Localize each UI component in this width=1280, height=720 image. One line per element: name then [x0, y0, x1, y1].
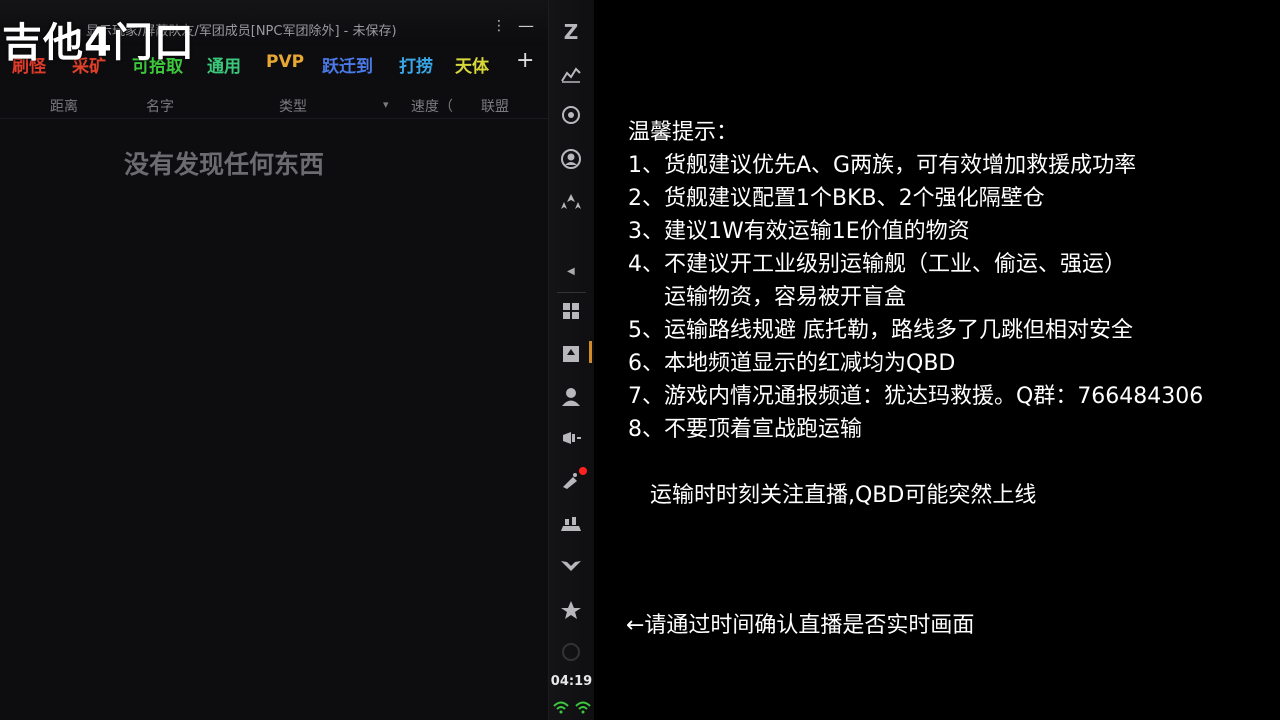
- people-icon[interactable]: [557, 382, 585, 410]
- notice-panel: 温馨提示： 1、货舰建议优先A、G两族，可有效增加救援成功率 2、货舰建议配置1…: [628, 116, 1278, 446]
- notice-heading: 温馨提示：: [628, 120, 739, 145]
- collapse-arrow-icon[interactable]: ◀: [567, 266, 575, 277]
- time-check-tip: ←请通过时间确认直播是否实时画面: [626, 613, 975, 638]
- add-tab-button[interactable]: +: [516, 48, 534, 73]
- neocom-sidebar: Z ◀: [549, 0, 594, 720]
- column-alliance[interactable]: 联盟: [481, 96, 509, 116]
- notice-line: 2、货舰建议配置1个BKB、2个强化隔壁仓: [628, 186, 1045, 211]
- sort-desc-icon[interactable]: ▾: [383, 98, 389, 111]
- corp-icon[interactable]: [557, 596, 585, 624]
- tab-celestial[interactable]: 天体: [455, 52, 489, 77]
- column-header: 距离 名字 类型 ▾ 速度（ 联盟: [0, 92, 548, 119]
- notice-line: 3、建议1W有效运输1E价值的物资: [628, 219, 970, 244]
- eve-clock: 04:19: [550, 674, 593, 689]
- eve-logo-icon[interactable]: Z: [557, 18, 585, 46]
- tab-general[interactable]: 通用: [207, 52, 241, 77]
- notification-badge: [579, 467, 587, 475]
- tab-warp[interactable]: 跃迁到: [322, 52, 373, 77]
- broadcast-icon[interactable]: [557, 424, 585, 452]
- tab-pvp[interactable]: PVP: [266, 52, 304, 72]
- wings-icon[interactable]: [557, 552, 585, 580]
- hangar-icon[interactable]: [557, 340, 585, 368]
- notice-line: 8、不要顶着宣战跑运输: [628, 417, 862, 442]
- notice-line: 6、本地频道显示的红减均为QBD: [628, 351, 956, 376]
- column-type[interactable]: 类型: [279, 96, 307, 116]
- overview-window: 显示玩家/屏蔽队友/军团成员[NPC军团除外] - 未保存) ⋮ — 刷怪 采矿…: [0, 0, 549, 720]
- notice-line: 4、不建议开工业级别运输舰（工业、偷运、强运）: [628, 252, 1126, 277]
- chart-icon[interactable]: [557, 60, 585, 88]
- connection-icon: [553, 701, 591, 714]
- inventory-icon[interactable]: [557, 297, 585, 325]
- streamer-watermark: 吉他4门口: [2, 20, 195, 66]
- column-speed[interactable]: 速度（: [411, 96, 453, 116]
- notice-line: 1、货舰建议优先A、G两族，可有效增加救援成功率: [628, 153, 1137, 178]
- active-indicator: [589, 341, 592, 363]
- power-icon[interactable]: [557, 638, 585, 666]
- notice-line: 7、游戏内情况通报频道：犹达玛救援。Q群：766484306: [628, 384, 1204, 409]
- industry-icon[interactable]: [557, 510, 585, 538]
- column-distance[interactable]: 距离: [50, 96, 78, 116]
- skills-icon[interactable]: [557, 101, 585, 129]
- character-icon[interactable]: [557, 145, 585, 173]
- empty-message: 没有发现任何东西: [123, 150, 324, 179]
- divider: [557, 292, 586, 293]
- live-tip: 运输时时刻关注直播,QBD可能突然上线: [650, 483, 1037, 508]
- notice-line: 运输物资，容易被开盲盒: [664, 285, 907, 310]
- menu-icon[interactable]: ⋮: [492, 18, 506, 34]
- fleet-icon[interactable]: [557, 188, 585, 216]
- notice-line: 5、运输路线规避 底托勒，路线多了几跳但相对安全: [628, 318, 1133, 343]
- column-name[interactable]: 名字: [146, 96, 174, 116]
- minimize-icon[interactable]: —: [518, 16, 534, 35]
- tab-salvage[interactable]: 打捞: [399, 52, 433, 77]
